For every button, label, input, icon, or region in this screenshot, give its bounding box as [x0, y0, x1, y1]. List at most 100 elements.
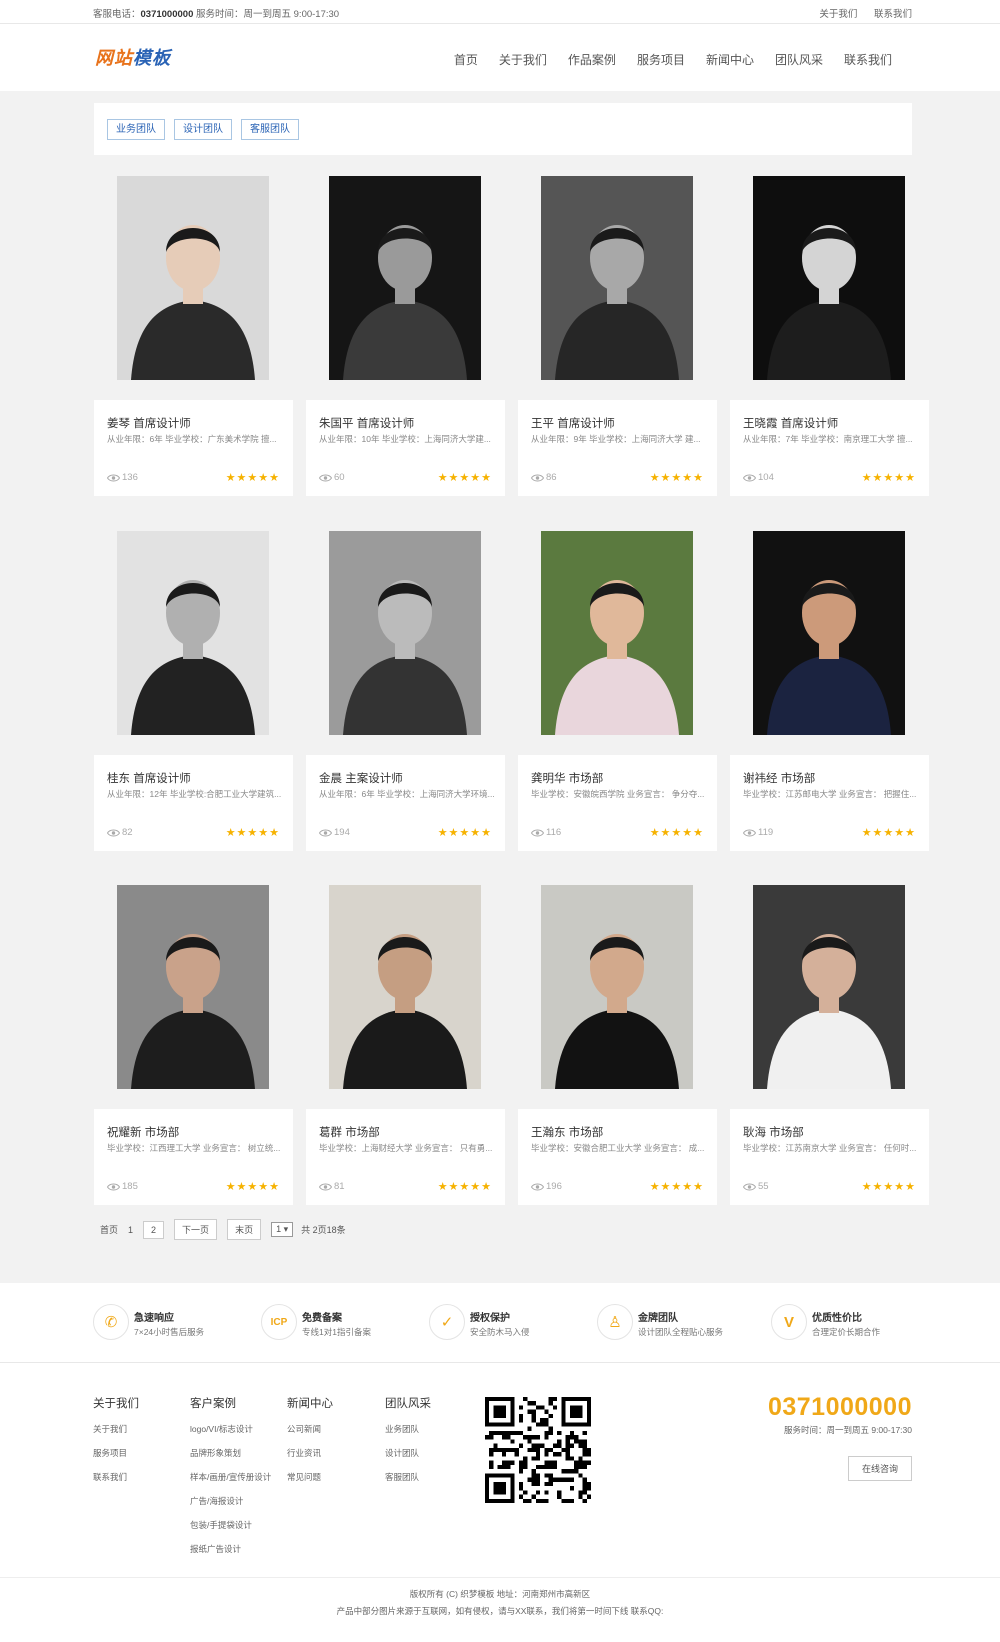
contact-info: 客服电话：0371000000 服务时间：周一到周五 9:00-17:30 [93, 6, 339, 20]
member-card[interactable]: 姜琴 首席设计师 从业年限：6年 毕业学校：广东美术学院 擅... 136 ★★★★★ [94, 176, 293, 498]
member-info: 金晨 主案设计师 从业年限：6年 毕业学校：上海同济大学环境... 194 ★★★★★ [306, 755, 505, 851]
nav-news[interactable]: 新闻中心 [706, 51, 754, 68]
member-card[interactable]: 桂东 首席设计师 从业年限：12年 毕业学校:合肥工业大学建筑... 82 ★★★★★ [94, 531, 293, 853]
member-name[interactable]: 王平 首席设计师 [531, 415, 615, 431]
feature-desc: 合理定价长期合作 [812, 1327, 881, 1337]
footer-link[interactable]: 报纸广告设计 [190, 1543, 271, 1555]
nav-cases[interactable]: 作品案例 [568, 51, 616, 68]
footer-link[interactable]: 广告/海报设计 [190, 1495, 271, 1507]
footer-link[interactable]: 样本/画册/宣传册设计 [190, 1471, 271, 1483]
footer-link[interactable]: 行业资讯 [287, 1447, 333, 1459]
nav-about[interactable]: 关于我们 [499, 51, 547, 68]
member-photo[interactable] [329, 531, 481, 735]
footer-link[interactable]: 设计团队 [385, 1447, 431, 1459]
footer-link[interactable]: 品牌形象策划 [190, 1447, 271, 1459]
footer-col-title: 新闻中心 [287, 1398, 333, 1410]
nav-contact[interactable]: 联系我们 [844, 51, 892, 68]
member-card[interactable]: 葛群 市场部 毕业学校：上海财经大学 业务宣言： 只有勇... 81 ★★★★★ [306, 885, 505, 1207]
view-count: 194 [334, 827, 350, 838]
member-info: 王瀚东 市场部 毕业学校：安徽合肥工业大学 业务宣言： 成... 196 ★★★★★ [518, 1109, 717, 1205]
footer-link[interactable]: 联系我们 [93, 1471, 139, 1483]
member-photo[interactable] [117, 531, 269, 735]
member-photo[interactable] [117, 176, 269, 380]
footer-col-team: 团队风采 业务团队 设计团队 客服团队 [385, 1395, 431, 1495]
member-photo[interactable] [541, 176, 693, 380]
view-count: 55 [758, 1181, 769, 1192]
view-count: 185 [122, 1181, 138, 1192]
top-link-about[interactable]: 关于我们 [819, 9, 857, 20]
member-photo[interactable] [329, 176, 481, 380]
top-bar: 客服电话：0371000000 服务时间：周一到周五 9:00-17:30 关于… [0, 0, 1000, 24]
rating-stars: ★★★★★ [861, 827, 916, 839]
page-last-button[interactable]: 末页 [227, 1219, 262, 1240]
member-desc: 毕业学校：江西理工大学 业务宣言： 树立统... [107, 1143, 281, 1153]
member-card[interactable]: 王瀚东 市场部 毕业学校：安徽合肥工业大学 业务宣言： 成... 196 ★★★★★ [518, 885, 717, 1207]
member-name[interactable]: 谢祎经 市场部 [743, 770, 815, 786]
rating-stars: ★★★★★ [649, 472, 704, 484]
team-icon: ♙ [597, 1304, 633, 1340]
site-logo[interactable]: 网站模板 [95, 44, 171, 70]
member-card[interactable]: 王晓霞 首席设计师 从业年限：7年 毕业学校：南京理工大学 擅... 104 ★★★★… [730, 176, 929, 498]
eye-icon [530, 474, 545, 482]
member-name[interactable]: 葛群 市场部 [319, 1124, 380, 1140]
member-views: 55 [742, 1181, 769, 1192]
member-info: 龚明华 市场部 毕业学校：安徽皖西学院 业务宣言： 争分夺... 116 ★★★★★ [518, 755, 717, 851]
page-first[interactable]: 首页 [100, 1223, 118, 1236]
member-card[interactable]: 龚明华 市场部 毕业学校：安徽皖西学院 业务宣言： 争分夺... 116 ★★★★★ [518, 531, 717, 853]
member-photo[interactable] [541, 531, 693, 735]
member-photo[interactable] [753, 176, 905, 380]
member-card[interactable]: 金晨 主案设计师 从业年限：6年 毕业学校：上海同济大学环境... 194 ★★★★★ [306, 531, 505, 853]
member-name[interactable]: 耿海 市场部 [743, 1124, 804, 1140]
page-summary: 共 2页18条 [301, 1225, 346, 1235]
member-name[interactable]: 金晨 主案设计师 [319, 770, 403, 786]
footer-link[interactable]: logo/VI/标志设计 [190, 1423, 271, 1435]
nav-services[interactable]: 服务项目 [637, 51, 685, 68]
member-desc: 从业年限：6年 毕业学校：上海同济大学环境... [319, 789, 495, 799]
top-link-contact[interactable]: 联系我们 [874, 9, 912, 20]
footer-link[interactable]: 服务项目 [93, 1447, 139, 1459]
eye-icon [742, 829, 757, 837]
member-name[interactable]: 王瀚东 市场部 [531, 1124, 603, 1140]
member-name[interactable]: 姜琴 首席设计师 [107, 415, 191, 431]
phone-number: 0371000000 [140, 9, 194, 20]
rating-stars: ★★★★★ [437, 472, 492, 484]
footer-link[interactable]: 关于我们 [93, 1423, 139, 1435]
eye-icon [106, 1183, 121, 1191]
phone-label: 客服电话： [93, 9, 141, 20]
tab-service-team[interactable]: 客服团队 [241, 119, 299, 140]
tab-design-team[interactable]: 设计团队 [174, 119, 232, 140]
nav-team[interactable]: 团队风采 [775, 51, 823, 68]
member-name[interactable]: 王晓霞 首席设计师 [743, 415, 838, 431]
member-name[interactable]: 桂东 首席设计师 [107, 770, 191, 786]
page-next-button[interactable]: 下一页 [174, 1219, 218, 1240]
footer-link[interactable]: 客服团队 [385, 1471, 431, 1483]
member-photo[interactable] [753, 531, 905, 735]
nav-home[interactable]: 首页 [454, 51, 478, 68]
member-views: 196 [530, 1181, 562, 1192]
feature-title: 授权保护 [470, 1313, 510, 1324]
member-photo[interactable] [753, 885, 905, 1089]
member-name[interactable]: 朱国平 首席设计师 [319, 415, 414, 431]
feature-title: 免费备案 [302, 1313, 342, 1324]
member-card[interactable]: 朱国平 首席设计师 从业年限：10年 毕业学校：上海同济大学建... 60 ★★★★★ [306, 176, 505, 498]
member-photo[interactable] [117, 885, 269, 1089]
member-name[interactable]: 祝耀新 市场部 [107, 1124, 179, 1140]
page-2-button[interactable]: 2 [143, 1220, 165, 1239]
feature-desc: 专线1对1指引备案 [302, 1327, 371, 1337]
footer-link[interactable]: 包装/手提袋设计 [190, 1519, 271, 1531]
member-photo[interactable] [329, 885, 481, 1089]
page-select[interactable]: 1 ▾ [271, 1222, 294, 1237]
view-count: 86 [546, 472, 557, 483]
footer-link[interactable]: 业务团队 [385, 1423, 431, 1435]
member-photo[interactable] [541, 885, 693, 1089]
footer-link[interactable]: 常见问题 [287, 1471, 333, 1483]
service-hours: 服务时间：周一到周五 9:00-17:30 [196, 9, 340, 20]
online-consult-button[interactable]: 在线咨询 [847, 1456, 912, 1481]
member-card[interactable]: 耿海 市场部 毕业学校：江苏南京大学 业务宣言： 任何时... 55 ★★★★★ [730, 885, 929, 1207]
member-name[interactable]: 龚明华 市场部 [531, 770, 603, 786]
footer-link[interactable]: 公司新闻 [287, 1423, 333, 1435]
member-card[interactable]: 祝耀新 市场部 毕业学校：江西理工大学 业务宣言： 树立统... 185 ★★★★★ [94, 885, 293, 1207]
member-card[interactable]: 谢祎经 市场部 毕业学校：江苏邮电大学 业务宣言： 把握住... 119 ★★★★★ [730, 531, 929, 853]
member-card[interactable]: 王平 首席设计师 从业年限：9年 毕业学校：上海同济大学 建... 86 ★★★★★ [518, 176, 717, 498]
tab-business-team[interactable]: 业务团队 [107, 119, 165, 140]
